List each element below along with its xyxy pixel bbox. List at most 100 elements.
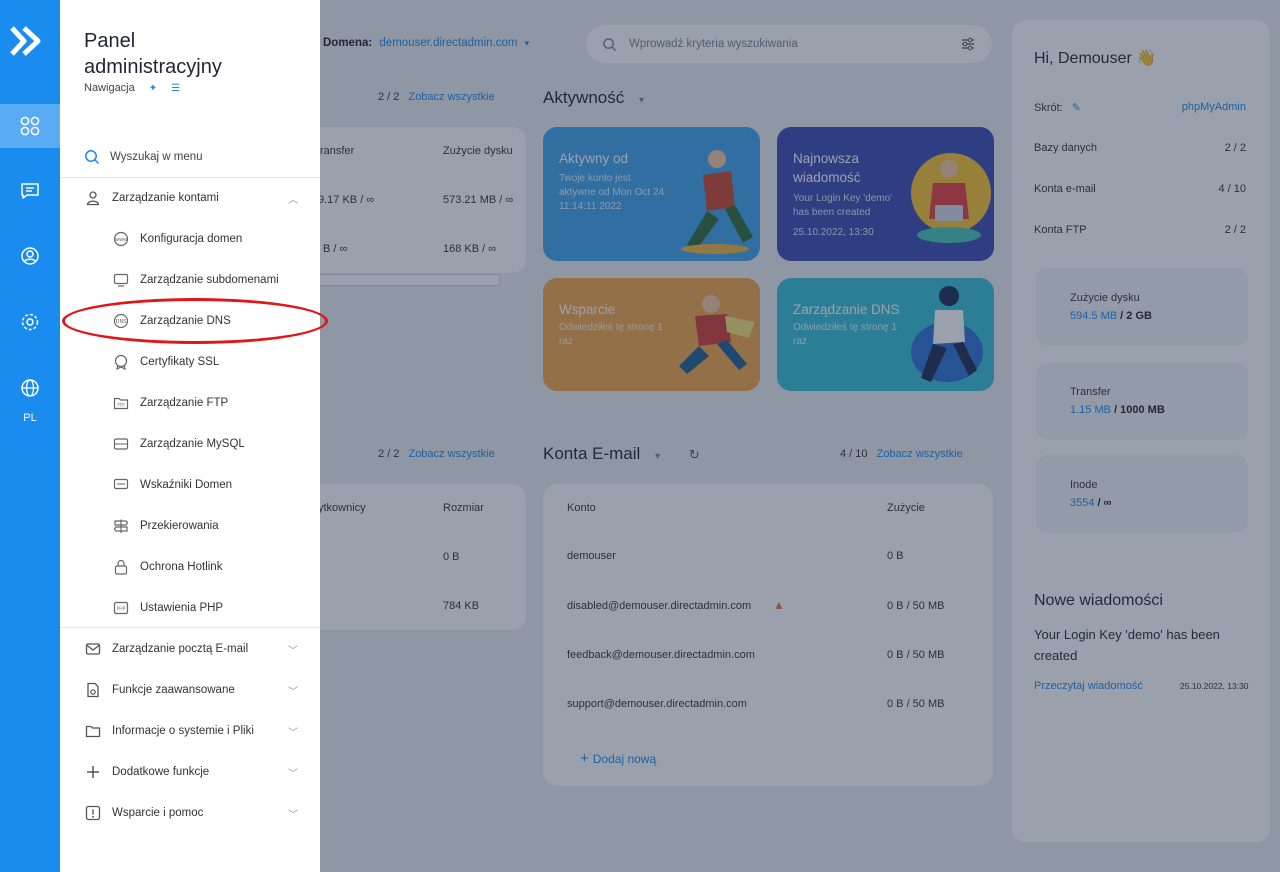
folder-icon: [84, 722, 102, 740]
card-body: Odwiedziłeś tę stronę 1: [559, 322, 663, 333]
nav-hotlink-protection[interactable]: Ochrona Hotlink: [112, 556, 312, 578]
card-title: Najnowsza wiadomość: [793, 151, 861, 185]
gear-icon[interactable]: [0, 300, 60, 344]
card-title: Wsparcie: [559, 302, 616, 317]
nav-email-management[interactable]: Zarządzanie pocztą E-mail ﹀: [84, 638, 298, 660]
activity-card-dns[interactable]: Zarządzanie DNS Odwiedziłeś tę stronę 1 …: [777, 278, 994, 391]
plus-icon: +: [580, 750, 589, 767]
domain-value: demouser.directadmin.com: [379, 37, 518, 49]
domains-see-all-link[interactable]: Zobacz wszystkie: [408, 91, 494, 103]
read-message-link[interactable]: Przeczytaj wiadomość: [1034, 680, 1143, 692]
domains-counter: 2 / 2 Zobacz wszystkie: [378, 91, 495, 103]
navigation-drawer: Panel administracyjny Nawigacja ✦ ☰ Wysz…: [60, 0, 320, 872]
dashboard-icon[interactable]: [0, 104, 60, 148]
search-placeholder: Wprowadź kryteria wyszukiwania: [629, 38, 798, 50]
plus-icon: [84, 763, 102, 781]
drawer-title: Panel administracyjny: [84, 30, 222, 78]
language-label[interactable]: PL: [0, 412, 60, 424]
message-text: Your Login Key 'demo' has been created: [1034, 627, 1220, 663]
nav-domain-pointers[interactable]: Wskaźniki Domen: [112, 474, 312, 496]
refresh-icon[interactable]: ↻: [689, 447, 700, 462]
nav-account-management[interactable]: Zarządzanie kontami ︿: [84, 187, 298, 209]
cell-usage: 0 B / 50 MB: [887, 600, 945, 612]
message-date: 25.10.2022, 13:30: [1180, 681, 1249, 691]
chevron-down-icon: ﹀: [288, 686, 298, 698]
cell-account[interactable]: support@demouser.directadmin.com: [567, 698, 747, 710]
db-see-all-link[interactable]: Zobacz wszystkie: [408, 448, 494, 460]
global-search[interactable]: Wprowadź kryteria wyszukiwania: [586, 25, 992, 63]
chevron-down-icon: ﹀: [288, 768, 298, 780]
cell-account[interactable]: feedback@demouser.directadmin.com: [567, 649, 755, 661]
chevron-up-icon: ︿: [288, 194, 298, 206]
email-see-all-link[interactable]: Zobacz wszystkie: [877, 448, 963, 460]
divider: [60, 177, 320, 178]
nav-advanced-features[interactable]: Funkcje zaawansowane ﹀: [84, 679, 298, 701]
messages-title: Nowe wiadomości: [1034, 592, 1163, 609]
nav-ftp-management[interactable]: FTP Zarządzanie FTP: [112, 392, 312, 414]
chevron-down-icon[interactable]: ▾: [655, 451, 660, 462]
alert-icon: [84, 804, 102, 822]
email-counter: 4 / 10 Zobacz wszystkie: [840, 448, 963, 460]
illustration-icon: [681, 150, 753, 254]
databases-row: Bazy danych 2 / 2: [1034, 142, 1246, 154]
activity-card-active-since[interactable]: Aktywny od Twoje konto jest aktywne od M…: [543, 127, 760, 261]
list-icon[interactable]: ☰: [171, 83, 180, 94]
cell-transfer: 9.17 KB / ∞: [318, 194, 375, 206]
shortcut-row: Skrót: ✎ phpMyAdmin: [1034, 101, 1246, 114]
card-body: Odwiedziłeś tę stronę 1: [793, 322, 897, 333]
nav-subdomains[interactable]: Zarządzanie subdomenami: [112, 269, 312, 291]
db-counter: 2 / 2 Zobacz wszystkie: [378, 448, 495, 460]
database-icon: [112, 435, 130, 453]
cell-usage: 0 B / 50 MB: [887, 649, 945, 661]
col-users: ytkownicy: [318, 502, 366, 514]
logo-icon[interactable]: [10, 24, 42, 58]
search-icon: [85, 150, 100, 165]
email-title: Konta E-mail ▾ ↻: [543, 444, 700, 463]
email-accounts-row: Konta e-mail 4 / 10: [1034, 183, 1246, 195]
nav-support-help[interactable]: Wsparcie i pomoc ﹀: [84, 802, 298, 824]
domain-selector[interactable]: Domena: demouser.directadmin.com ▾: [323, 37, 529, 49]
cell-disk: 573.21 MB / ∞: [443, 194, 514, 206]
add-email-button[interactable]: + Dodaj nową: [580, 750, 656, 767]
nav-system-info-files[interactable]: Informacje o systemie i Pliki ﹀: [84, 720, 298, 742]
nav-redirects[interactable]: Przekierowania: [112, 515, 312, 537]
activity-card-latest-message[interactable]: Najnowsza wiadomość Your Login Key 'demo…: [777, 127, 994, 261]
card-body: 11:14:11 2022: [559, 201, 622, 212]
svg-text:PHP: PHP: [117, 606, 126, 612]
inode-stat: Inode 3554 / ∞: [1036, 455, 1248, 533]
menu-search[interactable]: Wyszukaj w menu: [84, 147, 304, 167]
cell-disk: 168 KB / ∞: [443, 243, 497, 255]
pin-icon[interactable]: ✦: [149, 83, 157, 94]
svg-text:FTP: FTP: [117, 403, 125, 408]
activity-title: Aktywność ▾: [543, 88, 645, 107]
filter-icon[interactable]: [960, 36, 976, 52]
nav-extra-features[interactable]: Dodatkowe funkcje ﹀: [84, 761, 298, 783]
illustration-icon: [679, 295, 755, 374]
card-body: raz: [559, 336, 573, 347]
horizontal-scrollbar[interactable]: [300, 274, 500, 286]
chevron-down-icon: ﹀: [288, 727, 298, 739]
monitor-icon: [112, 271, 130, 289]
chevron-down-icon: ﹀: [288, 645, 298, 657]
cell-account[interactable]: demouser: [567, 550, 616, 562]
nav-domain-config[interactable]: www Konfiguracja domen: [112, 228, 312, 250]
cell-size: 0 B: [443, 551, 460, 563]
user-icon[interactable]: [0, 234, 60, 278]
messages-icon[interactable]: [0, 169, 60, 213]
illustration-icon: [911, 153, 991, 243]
shortcut-link[interactable]: phpMyAdmin: [1182, 101, 1246, 114]
card-body: has been created: [793, 207, 871, 218]
nav-mysql-management[interactable]: Zarządzanie MySQL: [112, 433, 312, 455]
chevron-down-icon[interactable]: ▾: [639, 95, 644, 106]
email-table: [543, 484, 993, 786]
pencil-icon[interactable]: ✎: [1072, 102, 1081, 114]
chevron-down-icon: ﹀: [288, 809, 298, 821]
cell-account[interactable]: disabled@demouser.directadmin.com: [567, 600, 751, 612]
nav-php-settings[interactable]: PHP Ustawienia PHP: [112, 597, 312, 619]
activity-card-support[interactable]: Wsparcie Odwiedziłeś tę stronę 1 raz: [543, 278, 760, 391]
nav-ssl-certificates[interactable]: Certyfikaty SSL: [112, 351, 312, 373]
card-body: raz: [793, 336, 807, 347]
highlight-annotation: [62, 298, 328, 344]
drawer-subtitle: Nawigacja ✦ ☰: [84, 82, 181, 94]
globe-icon[interactable]: [0, 366, 60, 410]
